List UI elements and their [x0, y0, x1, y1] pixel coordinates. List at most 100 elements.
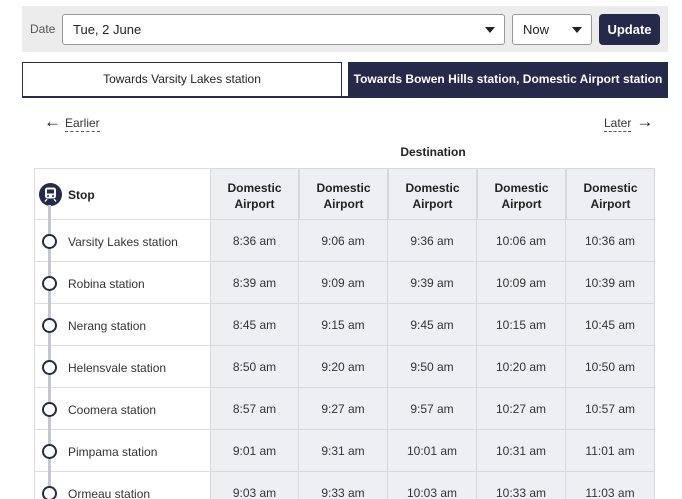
table-row: Robina station 8:39 am 9:09 am 9:39 am 10:09…	[34, 262, 656, 304]
departure-time: 9:01 am	[210, 430, 299, 472]
stop-cell: Ormeau station	[34, 472, 210, 499]
column-header: Domestic Airport	[299, 168, 388, 220]
table-row: Ormeau station 9:03 am 9:33 am 10:03 am 10:3…	[34, 472, 656, 499]
arrow-right-icon: →	[636, 112, 654, 131]
stop-marker-icon	[42, 318, 57, 333]
departure-time: 9:36 am	[388, 220, 477, 262]
column-header-line: Domestic	[316, 181, 371, 195]
stop-cell: Robina station	[34, 262, 210, 304]
departure-time: 10:39 am	[566, 262, 655, 304]
column-header-line: Domestic	[405, 181, 460, 195]
column-header: Domestic Airport	[477, 168, 566, 220]
departure-time: 10:20 am	[477, 346, 566, 388]
earlier-link[interactable]: ← Earlier	[44, 112, 100, 134]
table-row: Coomera station 8:57 am 9:27 am 9:57 am 10:2…	[34, 388, 656, 430]
stop-cell: Nerang station	[34, 304, 210, 346]
later-link[interactable]: Later →	[604, 112, 654, 134]
departure-time: 10:01 am	[388, 430, 477, 472]
date-label: Date	[30, 22, 56, 36]
departure-time: 10:45 am	[566, 304, 655, 346]
departure-time: 9:06 am	[299, 220, 388, 262]
departure-time: 9:33 am	[299, 472, 388, 499]
stop-name: Ormeau station	[68, 487, 151, 499]
departure-time: 8:57 am	[210, 388, 299, 430]
stop-name: Coomera station	[68, 403, 157, 417]
stop-marker-icon	[42, 360, 57, 375]
column-header-line: Airport	[412, 197, 453, 211]
column-header-line: Airport	[234, 197, 275, 211]
departure-time: 10:57 am	[566, 388, 655, 430]
stop-marker-icon	[42, 444, 57, 459]
departure-time: 10:09 am	[477, 262, 566, 304]
tab-towards-varsity-lakes[interactable]: Towards Varsity Lakes station	[22, 62, 342, 97]
column-header-line: Airport	[590, 197, 631, 211]
departure-time: 10:31 am	[477, 430, 566, 472]
column-header-line: Domestic	[583, 181, 638, 195]
date-value: Tue, 2 June	[73, 22, 142, 37]
timetable-grid: Stop Domestic Airport Domestic Airport Domes…	[34, 168, 656, 499]
stop-name: Robina station	[68, 277, 145, 291]
table-row: Nerang station 8:45 am 9:15 am 9:45 am 10:15…	[34, 304, 656, 346]
departure-time: 8:39 am	[210, 262, 299, 304]
departure-time: 9:09 am	[299, 262, 388, 304]
departure-time: 9:39 am	[388, 262, 477, 304]
departure-time: 9:57 am	[388, 388, 477, 430]
departure-time: 8:45 am	[210, 304, 299, 346]
stop-cell: Coomera station	[34, 388, 210, 430]
stop-marker-icon	[42, 402, 57, 417]
stop-cell: Varsity Lakes station	[34, 220, 210, 262]
column-header-line: Airport	[501, 197, 542, 211]
table-row: Pimpama station 9:01 am 9:31 am 10:01 am 10:…	[34, 430, 656, 472]
column-header-line: Domestic	[227, 181, 282, 195]
update-button[interactable]: Update	[599, 14, 660, 45]
chevron-down-icon	[572, 27, 582, 33]
filter-bar: Date Tue, 2 June Now Update	[22, 6, 668, 52]
departure-time: 11:03 am	[566, 472, 655, 499]
column-header: Domestic Airport	[210, 168, 299, 220]
departure-time: 9:03 am	[210, 472, 299, 499]
departure-time: 8:50 am	[210, 346, 299, 388]
departure-time: 9:50 am	[388, 346, 477, 388]
departure-time: 9:27 am	[299, 388, 388, 430]
stop-marker-icon	[42, 276, 57, 291]
stop-marker-icon	[42, 234, 57, 249]
destination-heading: Destination	[400, 145, 466, 159]
stop-name: Nerang station	[68, 319, 147, 333]
stop-header: Stop	[34, 168, 210, 220]
departure-time: 10:33 am	[477, 472, 566, 499]
column-header-line: Domestic	[494, 181, 549, 195]
stop-cell: Helensvale station	[34, 346, 210, 388]
departure-time: 10:36 am	[566, 220, 655, 262]
arrow-left-icon: ←	[44, 112, 61, 131]
stop-name: Pimpama station	[68, 445, 158, 459]
tab-towards-bowen-hills-airport[interactable]: Towards Bowen Hills station, Domestic Ai…	[348, 62, 668, 97]
column-header: Domestic Airport	[388, 168, 477, 220]
chevron-down-icon	[485, 27, 495, 33]
departure-time: 8:36 am	[210, 220, 299, 262]
column-header: Domestic Airport	[566, 168, 655, 220]
departure-time: 10:15 am	[477, 304, 566, 346]
departure-time: 10:03 am	[388, 472, 477, 499]
stop-name: Helensvale station	[68, 361, 167, 375]
train-icon	[39, 183, 62, 206]
departure-time: 9:31 am	[299, 430, 388, 472]
departure-time: 9:45 am	[388, 304, 477, 346]
departure-time: 11:01 am	[566, 430, 655, 472]
stop-marker-icon	[42, 486, 57, 499]
stop-name: Varsity Lakes station	[68, 235, 178, 249]
departure-time: 10:27 am	[477, 388, 566, 430]
tabs-underline	[22, 96, 668, 98]
time-select[interactable]: Now	[512, 14, 592, 45]
departure-time: 10:50 am	[566, 346, 655, 388]
departure-time: 10:06 am	[477, 220, 566, 262]
table-row: Varsity Lakes station 8:36 am 9:06 am 9:36 …	[34, 220, 656, 262]
departure-time: 9:15 am	[299, 304, 388, 346]
column-header-line: Airport	[323, 197, 364, 211]
departure-time: 9:20 am	[299, 346, 388, 388]
earlier-label: Earlier	[65, 116, 100, 133]
stop-cell: Pimpama station	[34, 430, 210, 472]
table-row: Helensvale station 8:50 am 9:20 am 9:50 am 1…	[34, 346, 656, 388]
later-label: Later	[604, 116, 632, 133]
date-select[interactable]: Tue, 2 June	[62, 14, 505, 45]
time-value: Now	[523, 22, 550, 37]
